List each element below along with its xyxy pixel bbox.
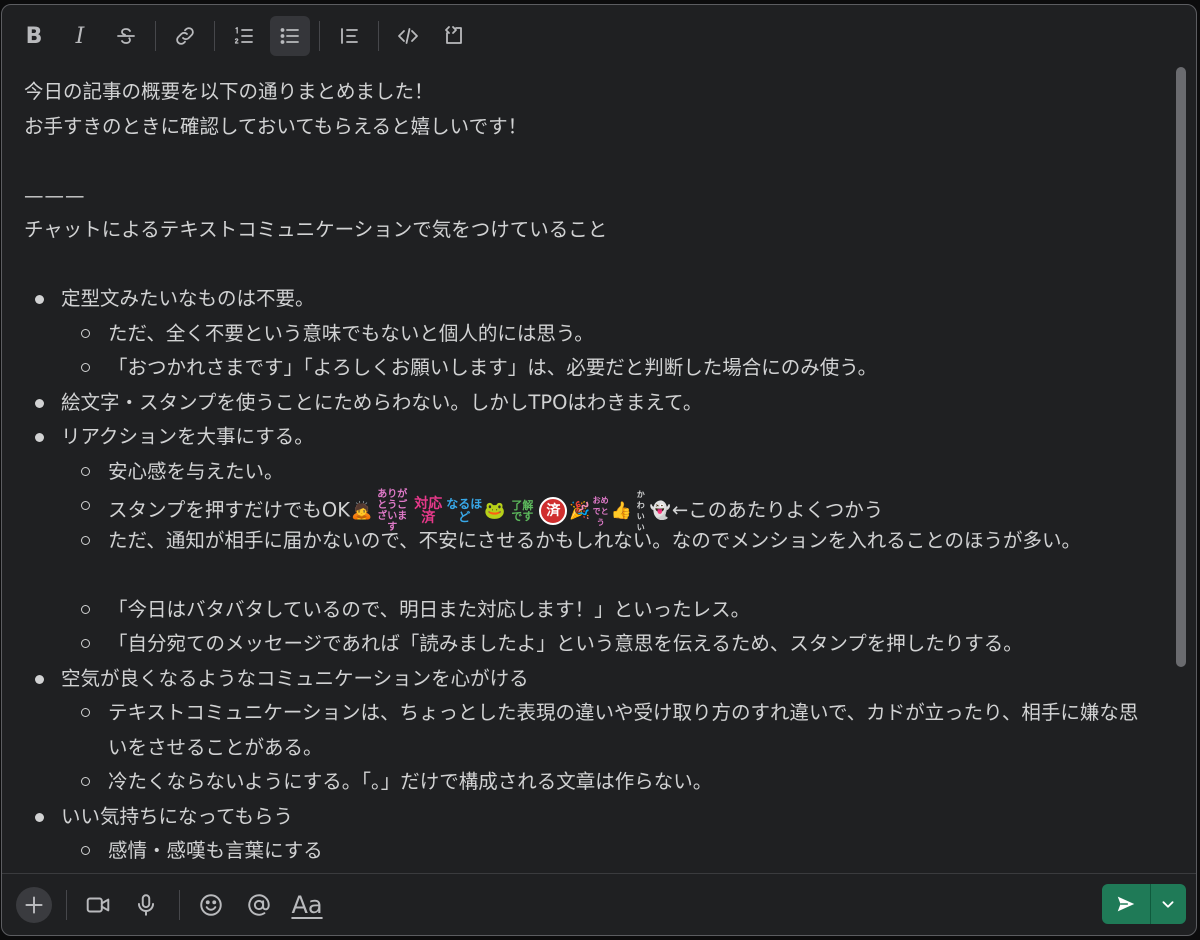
ordered-list-button[interactable] — [224, 16, 264, 56]
at-sign-icon — [248, 893, 270, 916]
message-editor[interactable]: 今日の記事の概要を以下の通りまとめました！ お手すきのときに確認しておいてもらえ… — [24, 75, 1159, 875]
section-heading: チャットによるテキストコミュニケーションで気をつけていること — [24, 218, 608, 241]
blockquote-icon — [341, 28, 358, 44]
list-item-text: ただ、通知が相手に届かないので、不安にさせるかもしれない。なのでメンションを入れ… — [108, 528, 1082, 552]
chevron-down-icon — [1162, 901, 1174, 908]
divider-text: ——— — [24, 183, 86, 207]
thumbs-up-emoji-icon: 👍 — [610, 501, 632, 521]
schedule-send-dropdown[interactable] — [1150, 884, 1185, 924]
toolbar-divider — [378, 21, 379, 51]
code-block-button[interactable] — [434, 16, 474, 56]
link-icon — [176, 27, 194, 45]
list-item: 「おつかれさまです」「よろしくお願いします」は、必要だと判断した場合にのみ使う。 — [24, 351, 1159, 386]
bulleted-list-icon — [280, 28, 299, 44]
message-composer: B I 今日の記事の概要を以下の通りまとめました！ お手すきのときに確認しておい… — [1, 4, 1197, 936]
list-item-text: スタンプを押すだけでもOK — [108, 498, 351, 522]
send-button[interactable] — [1102, 884, 1150, 924]
list-item: 冷たくならないようにする。「。」だけで構成される文章は作らない。 — [24, 765, 1159, 800]
list-item-text: ←このあたりよくつかう — [671, 498, 884, 522]
plus-icon — [25, 895, 43, 914]
list-item: 感情・感嘆も言葉にする — [24, 834, 1159, 869]
list-item: 「自分宛てのメッセージであれば「読みましたよ」という意思を伝えるため、スタンプを… — [24, 627, 1159, 662]
italic-button[interactable]: I — [60, 16, 100, 56]
send-button-group — [1102, 884, 1186, 924]
footer-divider — [66, 889, 67, 920]
list-item-text: テキストコミュニケーションは、ちょっとした表現の違いや受け取り方のすれ違いで、カ… — [108, 701, 1139, 759]
scrollbar-thumb[interactable] — [1176, 67, 1186, 667]
list-item: 定型文みたいなものは不要。 — [24, 282, 1159, 317]
smiley-icon — [200, 893, 222, 916]
empty-line — [24, 248, 1159, 283]
toolbar-divider — [319, 21, 320, 51]
audio-clip-button[interactable] — [127, 886, 165, 924]
format-label: Aa — [291, 890, 323, 919]
ryoukai-stamp-icon: 了解です — [511, 499, 534, 523]
mention-button[interactable] — [240, 886, 278, 924]
list-item: ただ、全く不要という意味でもないと個人的には思う。 — [24, 317, 1159, 352]
list-item: テキストコミュニケーションは、ちょっとした表現の違いや受け取り方のすれ違いで、カ… — [24, 696, 1159, 765]
frog-emoji-icon: 🐸 — [484, 501, 506, 521]
code-button[interactable] — [388, 16, 428, 56]
code-block-icon — [445, 26, 462, 44]
list-item: ただ、通知が相手に届かないので、不安にさせるかもしれない。なのでメンションを入れ… — [24, 524, 1159, 593]
formatting-toggle-button[interactable]: Aa — [288, 886, 326, 924]
footer-divider — [179, 889, 180, 920]
list-item: 空気が良くなるようなコミュニケーションを心がける — [24, 662, 1159, 697]
list-item: 「今日はバタバタしているので、明日また対応します！」といったレス。 — [24, 593, 1159, 628]
zumi-stamp-icon: 済 — [539, 497, 568, 525]
microphone-icon — [137, 893, 155, 916]
list-item: いい気持ちになってもらう — [24, 800, 1159, 835]
bold-button[interactable]: B — [14, 16, 54, 56]
code-icon — [398, 28, 418, 44]
video-clip-button[interactable] — [79, 886, 117, 924]
empty-line — [24, 144, 1159, 179]
bulleted-list-button[interactable] — [270, 16, 310, 56]
toolbar-divider — [155, 21, 156, 51]
composer-footer: Aa — [2, 873, 1196, 935]
send-icon — [1117, 896, 1135, 912]
text-line: お手すきのときに確認しておいてもらえると嬉しいです！ — [24, 114, 528, 138]
video-camera-icon — [86, 897, 110, 912]
list-item: 安心感を与えたい。 — [24, 455, 1159, 490]
strikethrough-button[interactable] — [106, 16, 146, 56]
toolbar-divider — [214, 21, 215, 51]
emoji-button[interactable] — [192, 886, 230, 924]
formatting-toolbar: B I — [2, 5, 1196, 67]
attach-button[interactable] — [16, 886, 52, 923]
list-item: 絵文字・スタンプを使うことにためらわない。しかしTPOはわきまえて。 — [24, 386, 1159, 421]
taiou-zumi-stamp-icon: 対応済 — [414, 496, 443, 526]
party-popper-emoji-icon: 🎉 — [569, 501, 591, 521]
blockquote-button[interactable] — [329, 16, 369, 56]
naruhodo-stamp-icon: なるほど — [446, 497, 483, 524]
list-item: リアクションを大事にする。 — [24, 420, 1159, 455]
list-item: スタンプを押すだけでもOK🙇 ありがとうございます 対応済なるほど 🐸 了解です済 🎉おめ… — [24, 489, 1159, 533]
ordered-list-icon — [234, 27, 253, 44]
strikethrough-icon — [117, 28, 135, 44]
ghost-emoji-icon: 👻 — [649, 501, 671, 521]
text-line: 今日の記事の概要を以下の通りまとめました！ — [24, 80, 434, 103]
bowing-person-emoji-icon: 🙇 — [351, 501, 373, 521]
link-button[interactable] — [165, 16, 205, 56]
